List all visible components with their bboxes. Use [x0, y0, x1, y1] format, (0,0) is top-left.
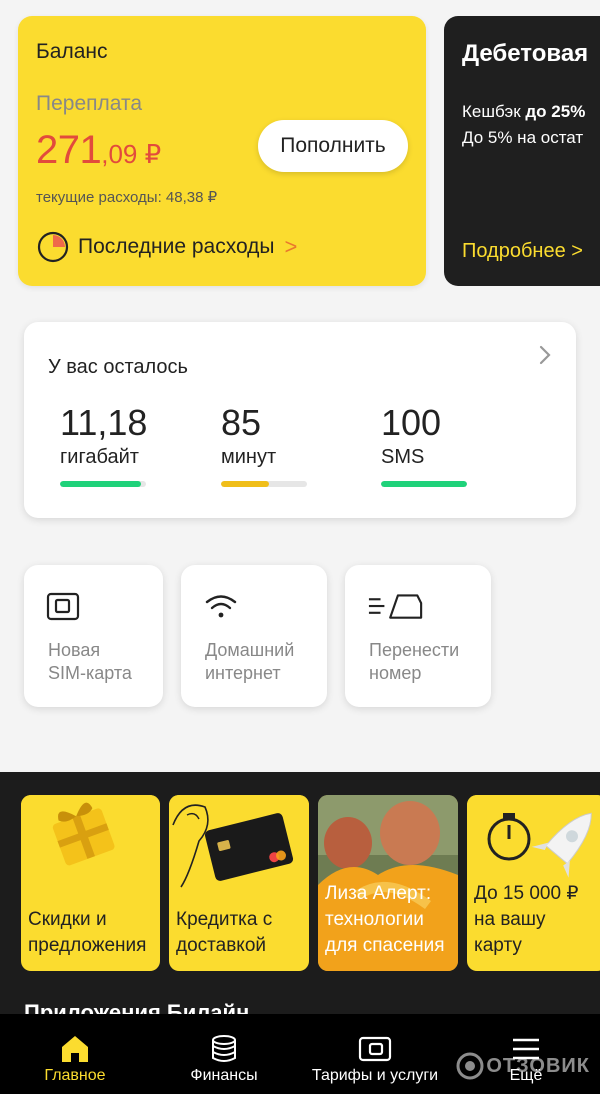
sim-icon	[358, 1036, 392, 1062]
transfer-number-icon	[368, 594, 423, 619]
watermark-text: ОТЗОВИК	[486, 1054, 590, 1077]
stat-value: 11,18	[60, 402, 148, 443]
chevron-right-icon	[539, 345, 551, 365]
tile-label: Новая SIM-карта	[48, 640, 132, 683]
debit-cashback-bold: до 25%	[525, 102, 586, 121]
nav-label: Тарифы и услуги	[311, 1067, 439, 1084]
nav-label: Главное	[44, 1067, 106, 1084]
stat-unit: минут	[221, 446, 277, 468]
watermark-logo-icon	[456, 1052, 484, 1080]
stat-sms: 100 SMS	[381, 402, 491, 487]
last-spend-link[interactable]: Последние расходы >	[36, 230, 297, 264]
topup-button[interactable]: Пополнить	[258, 120, 408, 172]
promo-label: До 15 000 ₽ на вашу карту	[474, 883, 579, 956]
balance-amount: 271,09 ₽	[36, 128, 161, 173]
tile-transfer-number[interactable]: Перенести номер	[345, 565, 491, 707]
remaining-title: У вас осталось	[48, 356, 188, 378]
home-icon	[62, 1036, 88, 1062]
promo-label: Кредитка с доставкой	[176, 909, 273, 956]
debit-more-link[interactable]: Подробнее >	[462, 240, 583, 263]
chevron-right-icon: >	[284, 234, 298, 259]
balance-card[interactable]: Баланс Переплата 271,09 ₽ текущие расход…	[18, 16, 426, 286]
credit-card-icon	[169, 795, 309, 905]
stat-progress-bar	[221, 481, 307, 487]
tile-new-sim[interactable]: Новая SIM-карта	[24, 565, 163, 707]
debit-title: Дебетовая	[462, 40, 589, 67]
nav-item-home[interactable]: Главное	[18, 1014, 132, 1094]
coins-icon	[212, 1035, 236, 1062]
stat-minutes: 85 минут	[221, 402, 331, 487]
balance-title: Баланс	[36, 40, 108, 63]
debit-cashback: Кешбэк до 25%	[462, 102, 585, 122]
gift-icon	[21, 795, 160, 905]
promo-label: Лиза Алерт: технологии для спасения	[325, 883, 445, 956]
promo-liza-alert[interactable]: Лиза Алерт: технологии для спасения	[318, 795, 458, 971]
balance-amount-fraction: ,09 ₽	[101, 139, 162, 169]
nav-item-tariffs[interactable]: Тарифы и услуги	[300, 1014, 450, 1094]
watermark: ОТЗОВИК	[456, 1052, 590, 1080]
debit-card-promo[interactable]: Дебетовая Кешбэк до 25% До 5% на остат П…	[444, 16, 600, 286]
sim-card-icon	[46, 592, 80, 621]
promo-cashback[interactable]: До 15 000 ₽ на вашу карту	[467, 795, 600, 971]
stat-internet: 11,18 гигабайт	[60, 402, 170, 487]
last-spend-label: Последние расходы	[78, 235, 275, 258]
promo-discounts[interactable]: Скидки и предложения	[21, 795, 160, 971]
stat-progress-bar	[60, 481, 146, 487]
nav-item-finance[interactable]: Финансы	[164, 1014, 284, 1094]
stat-unit: SMS	[381, 446, 425, 468]
stat-progress-bar	[381, 481, 467, 487]
stat-value: 85	[221, 402, 262, 443]
overpay-label: Переплата	[36, 92, 143, 115]
tile-label: Перенести номер	[369, 640, 460, 683]
debit-balance-rate: До 5% на остат	[462, 128, 584, 147]
stat-unit: гигабайт	[60, 446, 139, 468]
current-spend-text: текущие расходы: 48,38 ₽	[36, 189, 218, 206]
tile-label: Домашний интернет	[205, 640, 295, 683]
wifi-icon	[205, 595, 237, 618]
promo-credit-card[interactable]: Кредитка с доставкой	[169, 795, 309, 971]
nav-label: Финансы	[190, 1067, 258, 1084]
remaining-card[interactable]: У вас осталось 11,18 гигабайт 85 минут 1…	[24, 322, 576, 518]
pie-chart-icon	[37, 231, 69, 263]
promo-label: Скидки и предложения	[28, 909, 147, 956]
tile-home-internet[interactable]: Домашний интернет	[181, 565, 327, 707]
stat-value: 100	[381, 402, 442, 443]
debit-cashback-prefix: Кешбэк	[462, 102, 526, 121]
stat-progress-fill	[60, 481, 141, 487]
stat-progress-fill	[381, 481, 467, 487]
stat-progress-fill	[221, 481, 270, 487]
balance-amount-main: 271	[36, 128, 102, 172]
